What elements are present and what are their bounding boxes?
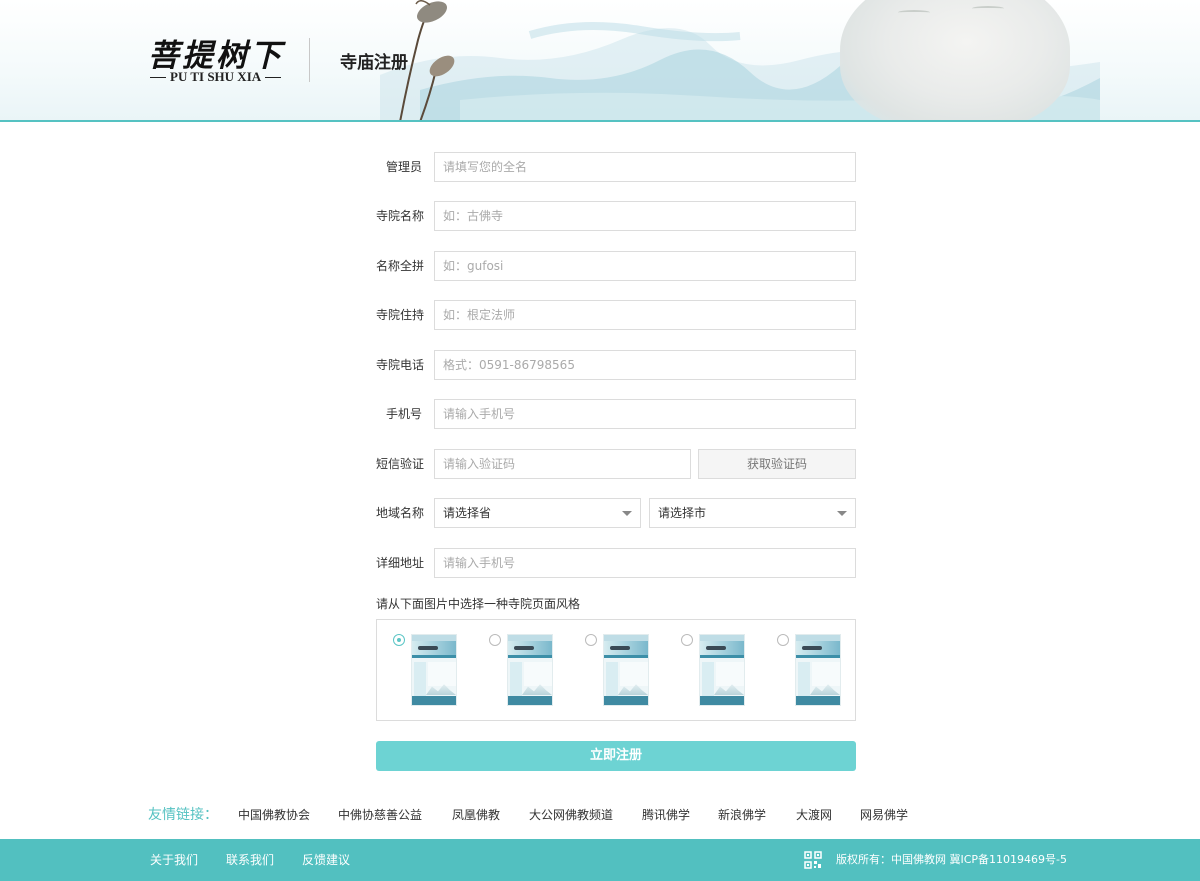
buddha-face-image: [840, 0, 1070, 120]
mobile-input[interactable]: [434, 399, 856, 429]
style-option-4[interactable]: [681, 634, 747, 706]
footer-link-contact[interactable]: 联系我们: [226, 839, 274, 881]
admin-label: 管理员: [385, 160, 422, 174]
style-option-2[interactable]: [489, 634, 555, 706]
get-code-button[interactable]: 获取验证码: [698, 449, 856, 479]
form-row-phone: 寺院电话: [376, 350, 856, 380]
temple-name-input[interactable]: [434, 201, 856, 231]
address-input[interactable]: [434, 548, 856, 578]
style-radio-2[interactable]: [489, 634, 501, 646]
friend-links-title: 友情链接：: [148, 807, 218, 823]
province-select-value: 请选择省: [443, 506, 492, 520]
friend-link-ifeng[interactable]: 凤凰佛教: [452, 805, 500, 825]
qr-code-icon[interactable]: [804, 851, 822, 869]
logo-english: PU TI SHU XIA: [150, 69, 282, 85]
form-row-temple-name: 寺院名称: [376, 201, 856, 231]
form-row-mobile: 手机号: [376, 399, 856, 429]
address-label: 详细地址: [376, 556, 425, 570]
abbot-input[interactable]: [434, 300, 856, 330]
footer-link-about[interactable]: 关于我们: [150, 839, 198, 881]
header-divider-line: [0, 120, 1200, 122]
form-row-sms: 短信验证 获取验证码: [376, 449, 856, 479]
page-title: 寺庙注册: [340, 53, 408, 73]
style-radio-3[interactable]: [585, 634, 597, 646]
name-pinyin-label: 名称全拼: [376, 259, 425, 273]
style-thumbnail-2[interactable]: [507, 634, 553, 706]
chevron-down-icon: [837, 511, 847, 516]
logo-english-text: PU TI SHU XIA: [170, 69, 262, 84]
style-thumbnail-5[interactable]: [795, 634, 841, 706]
friend-link-sina[interactable]: 新浪佛学: [718, 805, 766, 825]
friend-link-tencent[interactable]: 腾讯佛学: [642, 805, 690, 825]
friend-link-dadu[interactable]: 大渡网: [796, 805, 832, 825]
city-select-value: 请选择市: [658, 506, 707, 520]
friend-link-netease[interactable]: 网易佛学: [860, 805, 908, 825]
sms-label: 短信验证: [376, 457, 425, 471]
style-option-5[interactable]: [777, 634, 843, 706]
phone-input[interactable]: [434, 350, 856, 380]
sms-code-input[interactable]: [434, 449, 691, 479]
region-label: 地域名称: [376, 506, 425, 520]
friend-link-charity[interactable]: 中佛协慈善公益: [338, 805, 422, 825]
form-row-abbot: 寺院住持: [376, 300, 856, 330]
style-options-box: [376, 619, 856, 721]
form-row-admin: 管理员: [376, 152, 856, 182]
chevron-down-icon: [622, 511, 632, 516]
header-divider: [309, 38, 310, 82]
name-pinyin-input[interactable]: [434, 251, 856, 281]
style-thumbnail-1[interactable]: [411, 634, 457, 706]
style-radio-5[interactable]: [777, 634, 789, 646]
footer-link-feedback[interactable]: 反馈建议: [302, 839, 350, 881]
abbot-label: 寺院住持: [376, 308, 425, 322]
style-thumbnail-3[interactable]: [603, 634, 649, 706]
form-row-address: 详细地址: [376, 548, 856, 578]
style-option-1[interactable]: [393, 634, 459, 706]
form-row-region: 地域名称 请选择省 请选择市: [376, 498, 856, 528]
temple-name-label: 寺院名称: [376, 209, 425, 223]
style-radio-4[interactable]: [681, 634, 693, 646]
style-option-3[interactable]: [585, 634, 651, 706]
city-select[interactable]: 请选择市: [649, 498, 856, 528]
header: 菩提树下 PU TI SHU XIA 寺庙注册: [0, 0, 1200, 120]
register-button[interactable]: 立即注册: [376, 741, 856, 771]
copyright-text: 版权所有：中国佛教网 冀ICP备11019469号-5: [836, 853, 1068, 866]
mobile-label: 手机号: [385, 407, 422, 421]
form-row-name-pinyin: 名称全拼: [376, 251, 856, 281]
phone-label: 寺院电话: [376, 358, 425, 372]
style-radio-1[interactable]: [393, 634, 405, 646]
footer: 关于我们 联系我们 反馈建议 版权所有：中国佛教网 冀ICP备11019469号…: [0, 839, 1200, 881]
admin-input[interactable]: [434, 152, 856, 182]
province-select[interactable]: 请选择省: [434, 498, 641, 528]
style-prompt: 请从下面图片中选择一种寺院页面风格: [376, 597, 581, 611]
style-thumbnail-4[interactable]: [699, 634, 745, 706]
friend-link-bca[interactable]: 中国佛教协会: [238, 805, 310, 825]
friend-link-takungpao[interactable]: 大公网佛教频道: [529, 805, 613, 825]
